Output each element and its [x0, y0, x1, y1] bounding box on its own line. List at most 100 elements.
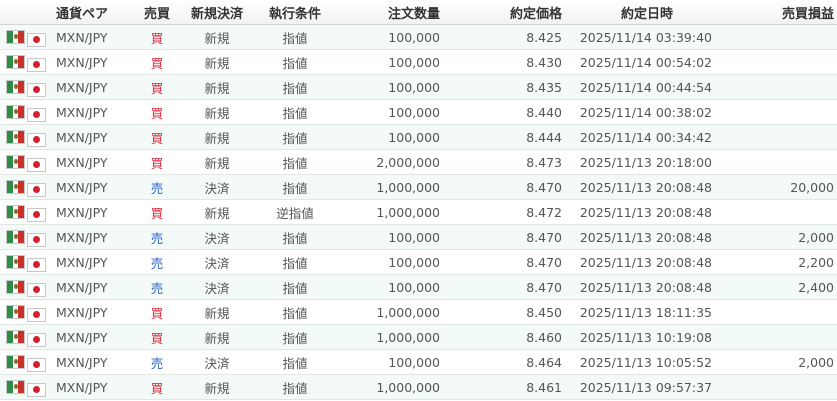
cell-quantity: 1,000,000 [376, 304, 440, 320]
table-row[interactable]: MXN/JPY 売 決済 指値 100,000 8.464 2025/11/13… [0, 350, 837, 375]
cell-pair: MXN/JPY [56, 154, 108, 170]
cell-type: 新規 [204, 30, 230, 46]
table-row[interactable]: MXN/JPY 売 決済 指値 100,000 8.470 2025/11/13… [0, 250, 837, 275]
cell-datetime: 2025/11/13 20:18:00 [579, 154, 712, 170]
cell-side: 売 [150, 230, 164, 246]
cell-pair: MXN/JPY [56, 179, 108, 195]
header-type[interactable]: 新規決済 [182, 3, 252, 22]
table-row[interactable]: MXN/JPY 買 新規 指値 100,000 8.425 2025/11/14… [0, 25, 837, 50]
cell-side: 買 [150, 205, 164, 221]
table-row[interactable]: MXN/JPY 買 新規 指値 1,000,000 8.450 2025/11/… [0, 300, 837, 325]
cell-quantity: 100,000 [388, 279, 440, 295]
cell-quantity: 2,000,000 [376, 154, 440, 170]
cell-side: 買 [150, 130, 164, 146]
cell-pair: MXN/JPY [56, 379, 108, 395]
cell-side: 買 [150, 55, 164, 71]
cell-condition: 指値 [282, 230, 308, 246]
cell-price: 8.450 [526, 304, 562, 320]
currency-flags [0, 277, 56, 297]
cell-condition: 指値 [282, 330, 308, 346]
cell-side: 売 [150, 280, 164, 296]
table-header: 通貨ペア 売買 新規決済 執行条件 注文数量 約定価格 約定日時 売買損益 [0, 0, 837, 25]
header-price[interactable]: 約定価格 [440, 3, 562, 22]
cell-price: 8.460 [526, 329, 562, 345]
header-side[interactable]: 売買 [132, 3, 182, 22]
cell-condition: 指値 [282, 155, 308, 171]
cell-pair: MXN/JPY [56, 79, 108, 95]
table-row[interactable]: MXN/JPY 買 新規 指値 1,000,000 8.461 2025/11/… [0, 375, 837, 400]
cell-pl: 20,000 [790, 179, 834, 195]
table-row[interactable]: MXN/JPY 買 新規 指値 100,000 8.435 2025/11/14… [0, 75, 837, 100]
cell-quantity: 100,000 [388, 104, 440, 120]
cell-type: 新規 [204, 55, 230, 71]
table-row[interactable]: MXN/JPY 売 決済 指値 100,000 8.470 2025/11/13… [0, 275, 837, 300]
cell-datetime: 2025/11/13 09:57:37 [579, 379, 712, 395]
cell-quantity: 1,000,000 [376, 379, 440, 395]
cell-condition: 指値 [282, 380, 308, 396]
cell-quantity: 100,000 [388, 54, 440, 70]
table-body: MXN/JPY 買 新規 指値 100,000 8.425 2025/11/14… [0, 25, 837, 400]
trade-history-table: 通貨ペア 売買 新規決済 執行条件 注文数量 約定価格 約定日時 売買損益 MX… [0, 0, 837, 400]
table-row[interactable]: MXN/JPY 買 新規 指値 1,000,000 8.460 2025/11/… [0, 325, 837, 350]
cell-datetime: 2025/11/13 18:11:35 [579, 304, 712, 320]
cell-side: 買 [150, 30, 164, 46]
header-condition[interactable]: 執行条件 [252, 3, 338, 22]
cell-type: 新規 [204, 105, 230, 121]
currency-flags [0, 52, 56, 72]
cell-pair: MXN/JPY [56, 304, 108, 320]
mexico-flag-icon [6, 155, 25, 169]
mexico-flag-icon [6, 130, 25, 144]
cell-pl: 2,400 [798, 279, 834, 295]
header-pl[interactable]: 売買損益 [712, 3, 834, 22]
japan-flag-icon [27, 133, 46, 147]
mexico-flag-icon [6, 380, 25, 394]
cell-type: 新規 [204, 130, 230, 146]
table-row[interactable]: MXN/JPY 買 新規 指値 100,000 8.444 2025/11/14… [0, 125, 837, 150]
japan-flag-icon [27, 183, 46, 197]
cell-datetime: 2025/11/13 10:19:08 [579, 329, 712, 345]
cell-pair: MXN/JPY [56, 229, 108, 245]
table-row[interactable]: MXN/JPY 売 決済 指値 100,000 8.470 2025/11/13… [0, 225, 837, 250]
cell-quantity: 100,000 [388, 129, 440, 145]
cell-quantity: 100,000 [388, 354, 440, 370]
cell-condition: 指値 [282, 55, 308, 71]
table-row[interactable]: MXN/JPY 買 新規 指値 100,000 8.430 2025/11/14… [0, 50, 837, 75]
table-row[interactable]: MXN/JPY 買 新規 指値 2,000,000 8.473 2025/11/… [0, 150, 837, 175]
cell-price: 8.444 [526, 129, 562, 145]
cell-side: 買 [150, 105, 164, 121]
cell-condition: 指値 [282, 105, 308, 121]
currency-flags [0, 102, 56, 122]
table-row[interactable]: MXN/JPY 買 新規 指値 100,000 8.440 2025/11/14… [0, 100, 837, 125]
cell-price: 8.430 [526, 54, 562, 70]
cell-condition: 指値 [282, 130, 308, 146]
cell-pair: MXN/JPY [56, 329, 108, 345]
currency-flags [0, 177, 56, 197]
cell-side: 売 [150, 255, 164, 271]
cell-type: 新規 [204, 380, 230, 396]
cell-datetime: 2025/11/13 20:08:48 [579, 204, 712, 220]
cell-type: 新規 [204, 305, 230, 321]
header-pair[interactable]: 通貨ペア [56, 3, 132, 22]
mexico-flag-icon [6, 230, 25, 244]
cell-price: 8.470 [526, 229, 562, 245]
cell-price: 8.470 [526, 179, 562, 195]
table-row[interactable]: MXN/JPY 買 新規 逆指値 1,000,000 8.472 2025/11… [0, 200, 837, 225]
cell-pair: MXN/JPY [56, 204, 108, 220]
currency-flags [0, 252, 56, 272]
table-row[interactable]: MXN/JPY 売 決済 指値 1,000,000 8.470 2025/11/… [0, 175, 837, 200]
cell-price: 8.464 [526, 354, 562, 370]
cell-price: 8.472 [526, 204, 562, 220]
mexico-flag-icon [6, 280, 25, 294]
japan-flag-icon [27, 333, 46, 347]
mexico-flag-icon [6, 330, 25, 344]
cell-type: 決済 [204, 280, 230, 296]
cell-datetime: 2025/11/14 00:38:02 [579, 104, 712, 120]
cell-quantity: 1,000,000 [376, 179, 440, 195]
header-quantity[interactable]: 注文数量 [338, 3, 440, 22]
cell-condition: 指値 [282, 255, 308, 271]
mexico-flag-icon [6, 305, 25, 319]
cell-pl: 2,200 [798, 254, 834, 270]
header-datetime[interactable]: 約定日時 [562, 3, 712, 22]
cell-datetime: 2025/11/13 20:08:48 [579, 254, 712, 270]
currency-flags [0, 77, 56, 97]
